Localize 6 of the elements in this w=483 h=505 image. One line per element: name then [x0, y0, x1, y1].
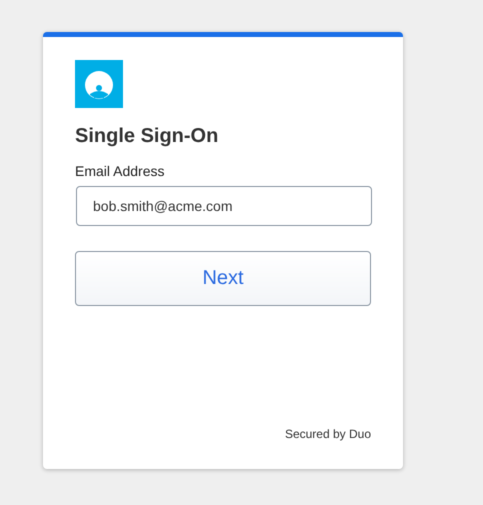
logo-icon — [75, 60, 123, 108]
email-field[interactable]: bob.smith@acme.com — [76, 186, 372, 226]
footer-text: Secured by Duo — [284, 427, 371, 441]
next-button[interactable]: Next — [75, 251, 371, 306]
field-label: Email Address — [75, 163, 164, 179]
page-title: Single Sign-On — [75, 124, 218, 148]
